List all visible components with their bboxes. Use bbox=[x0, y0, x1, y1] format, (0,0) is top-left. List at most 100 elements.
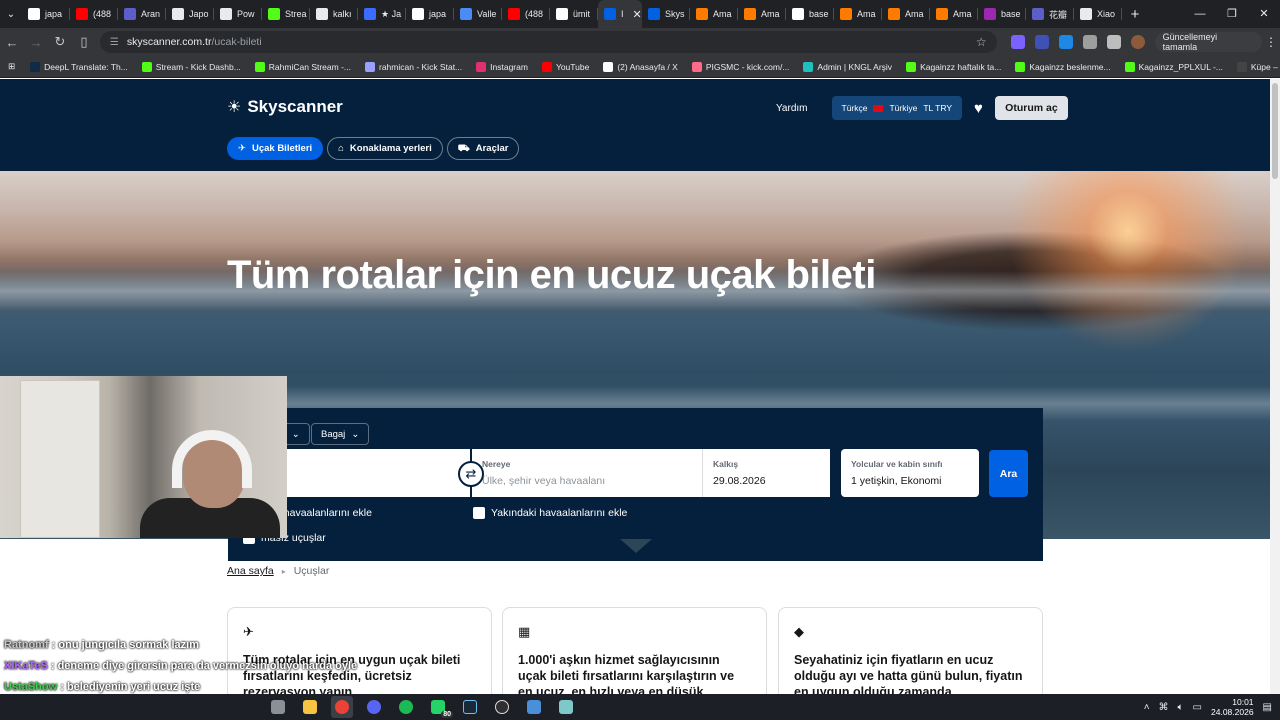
chevron-up-icon[interactable]: ˄ bbox=[1144, 702, 1150, 713]
bookmark-item[interactable]: Kagainzz haftalık ta... bbox=[899, 61, 1008, 72]
folder-icon[interactable] bbox=[299, 696, 321, 718]
whatsapp-icon[interactable]: 80 bbox=[427, 696, 453, 718]
nav-pill-hotels[interactable]: ⌂ Konaklama yerleri bbox=[327, 137, 443, 160]
browser-tab[interactable]: I ✕ bbox=[598, 0, 642, 28]
bookmark-item[interactable]: (2) Anasayfa / X bbox=[596, 61, 684, 72]
bookmark-item[interactable]: Stream - Kick Dashb... bbox=[135, 61, 248, 72]
puzzle-icon[interactable] bbox=[1106, 35, 1121, 49]
url-bar[interactable]: ☰ skyscanner.com.tr/ucak-bileti ☆ bbox=[99, 31, 997, 53]
steam-icon[interactable] bbox=[459, 696, 481, 718]
webcam-background bbox=[20, 380, 100, 538]
taskbar-app-icon[interactable] bbox=[267, 696, 289, 718]
profile-avatar[interactable] bbox=[1130, 35, 1145, 49]
locale-selector[interactable]: Türkçe Türkiye TL TRY bbox=[831, 96, 963, 120]
clock[interactable]: 10:01 24.08.2026 bbox=[1211, 697, 1254, 717]
browser-tab[interactable]: base bbox=[978, 0, 1026, 28]
bookmark-item[interactable]: YouTube bbox=[535, 61, 596, 72]
back-icon[interactable]: ← bbox=[0, 35, 24, 50]
browser-tab[interactable]: base bbox=[786, 0, 834, 28]
extension-icon[interactable] bbox=[1058, 35, 1073, 49]
browser-tab[interactable]: Japo bbox=[166, 0, 214, 28]
bookmark-star-icon[interactable]: ☆ bbox=[976, 35, 987, 49]
bookmark-favicon-icon bbox=[141, 61, 152, 72]
page-scrollbar[interactable] bbox=[1270, 79, 1280, 694]
browser-tab[interactable]: Xiao bbox=[1074, 0, 1122, 28]
tab-favicon-icon bbox=[460, 8, 472, 20]
browser-menu-icon[interactable]: ⋮ bbox=[1262, 35, 1280, 49]
browser-tab[interactable]: Ama bbox=[834, 0, 882, 28]
browser-tab[interactable]: Ama bbox=[690, 0, 738, 28]
depart-date-field[interactable]: Kalkış 29.08.2026 bbox=[702, 449, 830, 497]
baggage-dropdown[interactable]: Bagaj ⌄ bbox=[311, 423, 370, 445]
taskbar-app-icon[interactable] bbox=[555, 696, 577, 718]
tab-favicon-icon bbox=[696, 8, 708, 20]
discord-icon[interactable] bbox=[363, 696, 385, 718]
browser-tab[interactable]: Valle bbox=[454, 0, 502, 28]
swap-icon[interactable]: ⇄ bbox=[458, 461, 484, 487]
browser-tab[interactable]: ümit bbox=[550, 0, 598, 28]
volume-icon[interactable]: 🔈︎ bbox=[1178, 702, 1184, 713]
bookmark-item[interactable]: Kagainzz_PPLXUL -... bbox=[1118, 61, 1230, 72]
browser-tab[interactable]: Ama bbox=[882, 0, 930, 28]
bookmark-item[interactable]: RahmiCan Stream -... bbox=[248, 61, 358, 72]
bookmark-item[interactable]: rahmican - Kick Stat... bbox=[358, 61, 469, 72]
restore-icon[interactable]: ❐ bbox=[1216, 0, 1248, 28]
battery-icon[interactable]: ▭ bbox=[1193, 702, 1202, 713]
chrome-icon[interactable] bbox=[331, 696, 353, 718]
bookmark-item[interactable]: Instagram bbox=[469, 61, 535, 72]
nearby-destination-checkbox[interactable]: Yakındaki havaalanlarını ekle bbox=[473, 507, 627, 519]
browser-tab[interactable]: ★ Ja bbox=[358, 0, 406, 28]
travellers-field[interactable]: Yolcular ve kabin sınıfı 1 yetişkin, Eko… bbox=[841, 449, 979, 497]
close-window-icon[interactable]: ✕ bbox=[1248, 0, 1280, 28]
split-view-icon[interactable]: ▯ bbox=[72, 34, 96, 50]
destination-field[interactable]: Nereye Ülke, şehir veya havaalanı bbox=[470, 449, 702, 497]
signin-button[interactable]: Oturum aç bbox=[994, 96, 1068, 120]
shield-icon[interactable] bbox=[1082, 35, 1097, 49]
close-tab-icon[interactable]: ✕ bbox=[633, 8, 642, 21]
extension-icon[interactable] bbox=[1034, 35, 1049, 49]
scrollbar-thumb[interactable] bbox=[1272, 83, 1278, 179]
notification-icon[interactable]: ▤ bbox=[1263, 702, 1272, 713]
tab-title: Ama bbox=[761, 9, 780, 19]
spotify-icon[interactable] bbox=[395, 696, 417, 718]
tab-search-icon[interactable]: ⌄ bbox=[0, 9, 22, 20]
help-link[interactable]: Yardım bbox=[776, 103, 808, 114]
browser-tab[interactable]: (488 bbox=[70, 0, 118, 28]
browser-tab[interactable]: Strea bbox=[262, 0, 310, 28]
bookmark-item[interactable]: PIGSMC - kick.com/... bbox=[685, 61, 797, 72]
bookmark-item[interactable]: Admin | KNGL Arşiv bbox=[796, 61, 899, 72]
network-icon[interactable]: ⌘ bbox=[1159, 702, 1169, 713]
browser-tab[interactable]: Pow bbox=[214, 0, 262, 28]
browser-tab[interactable]: japa bbox=[22, 0, 70, 28]
taskbar-app-icon[interactable] bbox=[523, 696, 545, 718]
bookmark-item[interactable]: Kagainzz beslenme... bbox=[1008, 61, 1117, 72]
browser-tab[interactable]: japa bbox=[406, 0, 454, 28]
obs-icon[interactable] bbox=[491, 696, 513, 718]
search-button[interactable]: Ara bbox=[989, 450, 1028, 497]
breadcrumb-home-link[interactable]: Ana sayfa bbox=[227, 565, 274, 577]
bookmark-item[interactable]: DeepL Translate: Th... bbox=[23, 61, 135, 72]
update-button[interactable]: Güncellemeyi tamamla bbox=[1154, 32, 1263, 52]
checkbox[interactable] bbox=[473, 507, 485, 519]
browser-tab[interactable]: (488 bbox=[502, 0, 550, 28]
browser-tab[interactable]: Aran bbox=[118, 0, 166, 28]
skyscanner-logo[interactable]: ☀ Skyscanner bbox=[227, 97, 343, 117]
reload-icon[interactable]: ↻ bbox=[48, 34, 72, 50]
bookmark-label: PIGSMC - kick.com/... bbox=[705, 61, 790, 72]
forward-icon[interactable]: → bbox=[24, 35, 48, 50]
nav-pill-cars[interactable]: ⛟ Araçlar bbox=[446, 137, 520, 160]
tab-title: base bbox=[1001, 9, 1021, 19]
browser-tab[interactable]: Ama bbox=[930, 0, 978, 28]
browser-tab[interactable]: Ama bbox=[738, 0, 786, 28]
site-info-icon[interactable]: ☰ bbox=[110, 37, 119, 48]
bookmark-item[interactable]: Küpe – Page 2 bbox=[1230, 61, 1280, 72]
apps-icon[interactable]: ⊞ bbox=[0, 61, 23, 72]
heart-icon[interactable]: ♥ bbox=[974, 100, 983, 117]
extension-icon[interactable] bbox=[1010, 35, 1025, 49]
browser-tab[interactable]: Skys bbox=[642, 0, 690, 28]
minimize-icon[interactable]: — bbox=[1184, 0, 1216, 28]
new-tab-button[interactable]: + bbox=[1122, 6, 1148, 23]
browser-tab[interactable]: kalkı bbox=[310, 0, 358, 28]
browser-tab[interactable]: 花瓣 bbox=[1026, 0, 1074, 28]
nav-pill-flights[interactable]: ✈ Uçak Biletleri bbox=[227, 137, 324, 160]
